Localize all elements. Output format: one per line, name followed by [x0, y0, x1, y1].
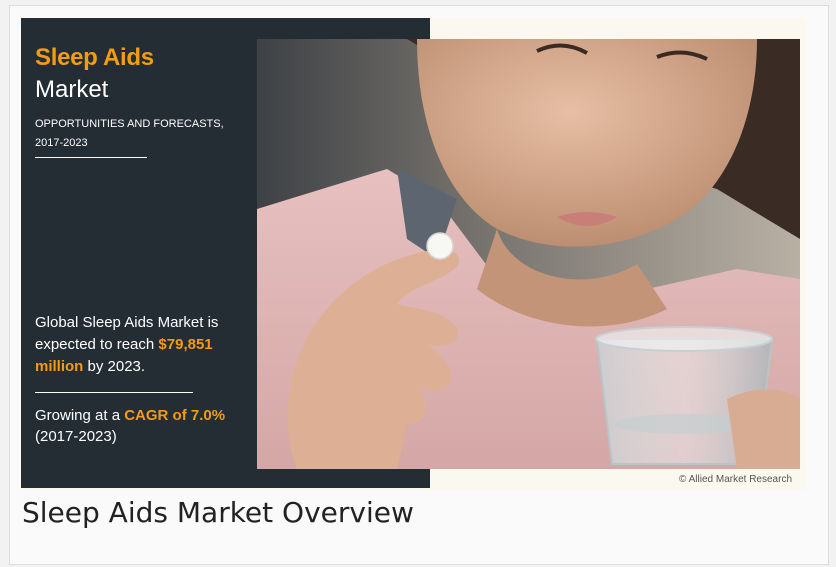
title-highlight: Sleep Aids	[35, 44, 154, 71]
photo-illustration	[257, 39, 800, 469]
section-heading: Sleep Aids Market Overview	[22, 496, 414, 529]
stat2-prefix: Growing at a	[35, 407, 125, 424]
divider	[35, 392, 193, 393]
market-size-statement: Global Sleep Aids Market is expected to …	[35, 312, 250, 378]
subtitle-line-1: OPPORTUNITIES AND FORECASTS,	[35, 118, 224, 130]
market-infographic: Sleep Aids Market OPPORTUNITIES AND FORE…	[21, 18, 805, 490]
stat1-suffix: by 2023.	[83, 358, 146, 375]
cagr-statement: Growing at a CAGR of 7.0% (2017-2023)	[35, 405, 255, 447]
divider	[35, 157, 147, 158]
report-subtitle: OPPORTUNITIES AND FORECASTS, 2017-2023	[35, 115, 245, 153]
title-rest: Market	[35, 76, 109, 103]
cagr-value: CAGR of 7.0%	[124, 407, 226, 424]
woman-taking-pill-photo	[257, 39, 800, 469]
subtitle-line-2: 2017-2023	[35, 137, 88, 149]
stat2-period: (2017-2023)	[35, 428, 117, 445]
copyright-credit: © Allied Market Research	[679, 474, 792, 485]
